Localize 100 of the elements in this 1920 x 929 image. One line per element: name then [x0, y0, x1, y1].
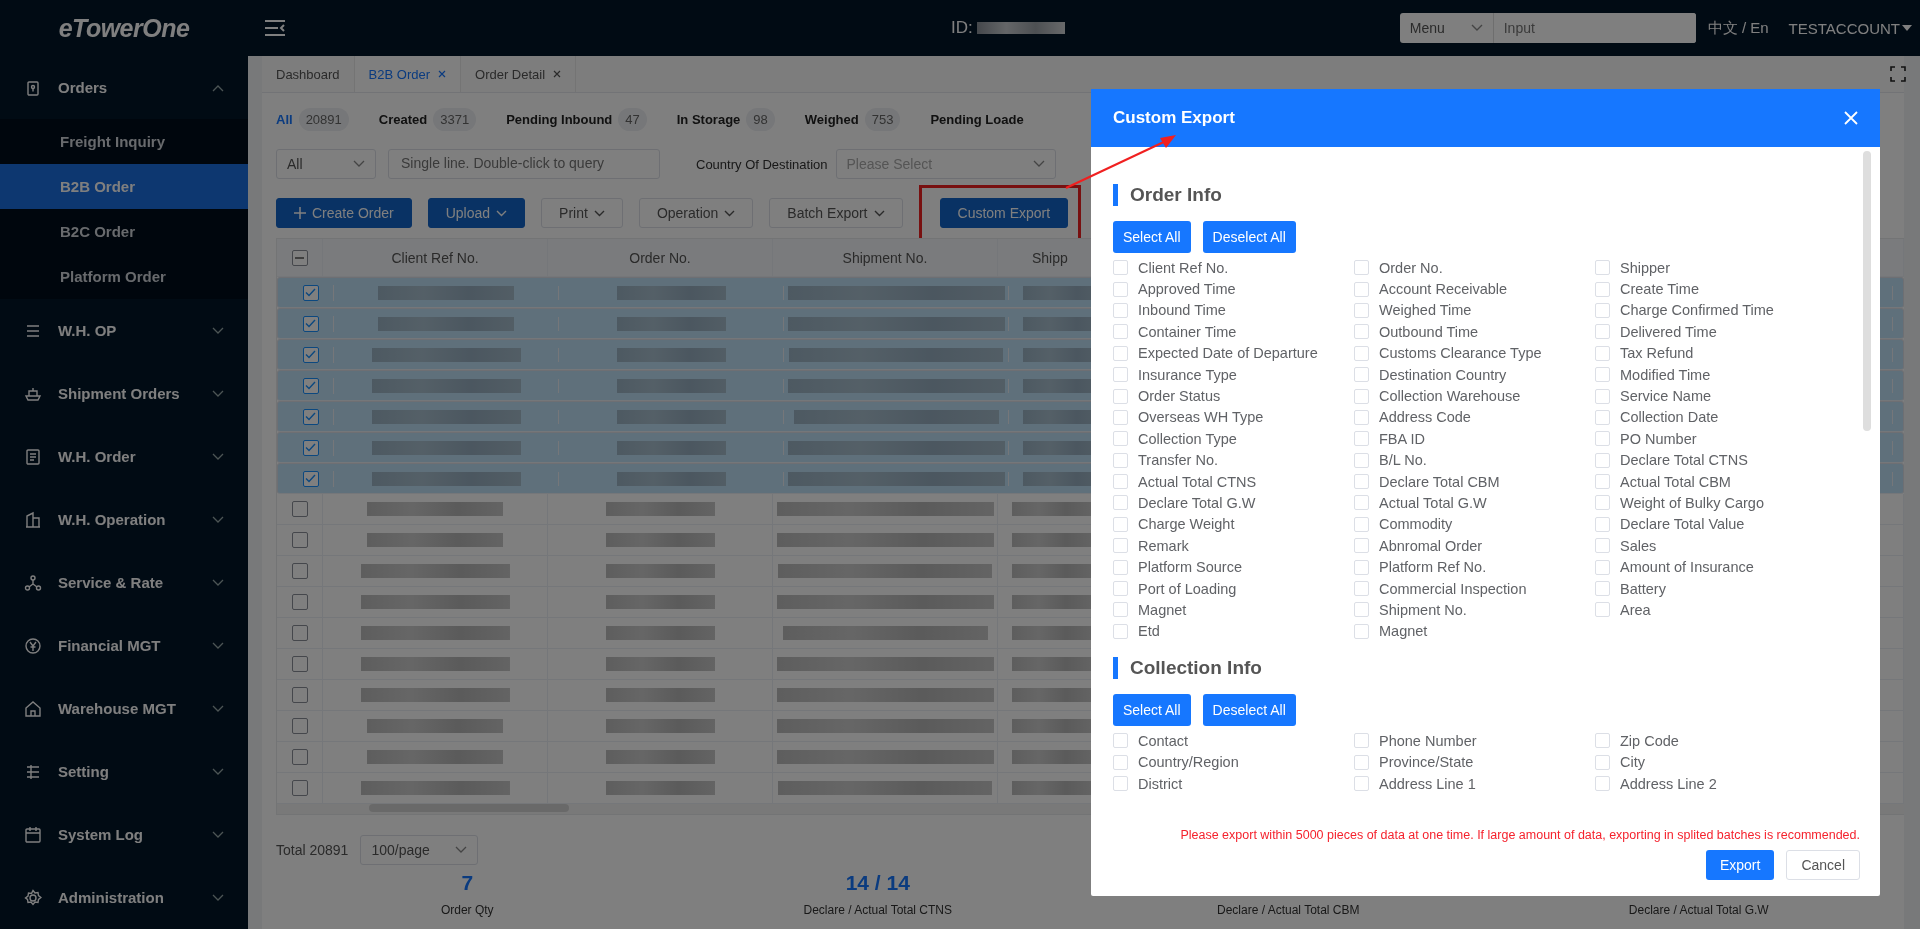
field-checkbox[interactable]: Address Code	[1354, 406, 1595, 429]
close-icon[interactable]	[438, 70, 447, 78]
sidebar-item[interactable]: Warehouse MGT	[0, 677, 248, 740]
field-checkbox[interactable]: Collection Warehouse	[1354, 385, 1595, 407]
page-tab[interactable]: Order Detail	[461, 56, 577, 92]
field-checkbox[interactable]: Magnet	[1113, 599, 1354, 621]
field-checkbox[interactable]: FBA ID	[1354, 428, 1595, 450]
field-checkbox[interactable]: Battery	[1595, 577, 1836, 600]
close-icon[interactable]	[553, 70, 562, 78]
field-checkbox[interactable]: Transfer No.	[1113, 449, 1354, 471]
field-checkbox[interactable]: Weighed Time	[1354, 299, 1595, 322]
row-checkbox[interactable]	[291, 656, 308, 672]
fullscreen-icon[interactable]	[1890, 66, 1906, 82]
field-checkbox[interactable]: Declare Total CBM	[1354, 470, 1595, 493]
sidebar-item[interactable]: Shipment Orders	[0, 362, 248, 425]
field-checkbox[interactable]: Remark	[1113, 535, 1354, 557]
sidebar-item[interactable]: W.H. OP	[0, 299, 248, 362]
status-tab[interactable]: Pending Loade	[930, 111, 1024, 127]
scrollbar-thumb[interactable]	[1863, 151, 1871, 431]
field-checkbox[interactable]: Commodity	[1354, 513, 1595, 536]
field-checkbox[interactable]: Platform Source	[1113, 556, 1354, 578]
field-checkbox[interactable]: Contact	[1113, 730, 1354, 752]
field-checkbox[interactable]: Expected Date of Departure	[1113, 342, 1354, 364]
sidebar-item[interactable]: System Log	[0, 803, 248, 866]
field-checkbox[interactable]: Customs Clearance Type	[1354, 342, 1595, 364]
field-checkbox[interactable]: Overseas WH Type	[1113, 406, 1354, 429]
field-checkbox[interactable]: Port of Loading	[1113, 577, 1354, 600]
row-checkbox[interactable]	[291, 625, 308, 641]
field-checkbox[interactable]: Commercial Inspection	[1354, 577, 1595, 600]
field-checkbox[interactable]: Abnromal Order	[1354, 535, 1595, 557]
field-checkbox[interactable]: Approved Time	[1113, 278, 1354, 300]
row-checkbox[interactable]	[302, 284, 319, 301]
export-button[interactable]: Export	[1705, 850, 1775, 880]
language-link[interactable]: 中文 / En	[1707, 18, 1769, 38]
row-checkbox[interactable]	[291, 718, 308, 734]
sidebar-item[interactable]: Administration	[0, 866, 248, 929]
field-checkbox[interactable]: Platform Ref No.	[1354, 556, 1595, 578]
row-checkbox[interactable]	[302, 408, 319, 425]
field-checkbox[interactable]: Insurance Type	[1113, 363, 1354, 386]
field-checkbox[interactable]: City	[1595, 751, 1836, 773]
page-tab[interactable]: Dashboard	[262, 56, 355, 92]
row-checkbox[interactable]	[291, 687, 308, 703]
field-checkbox[interactable]: Province/State	[1354, 751, 1595, 773]
field-checkbox[interactable]: Declare Total CTNS	[1595, 449, 1836, 471]
field-checkbox[interactable]: Delivered Time	[1595, 321, 1836, 343]
sidebar-item[interactable]: Service & Rate	[0, 551, 248, 614]
field-checkbox[interactable]: Container Time	[1113, 321, 1354, 343]
field-checkbox[interactable]: PO Number	[1595, 428, 1836, 450]
type-select[interactable]: All	[276, 149, 376, 179]
field-checkbox[interactable]: Destination Country	[1354, 363, 1595, 386]
row-checkbox[interactable]	[291, 780, 308, 796]
field-checkbox[interactable]: Area	[1595, 599, 1836, 621]
field-checkbox[interactable]: Charge Weight	[1113, 513, 1354, 536]
field-checkbox[interactable]: Create Time	[1595, 278, 1836, 300]
submenu-item[interactable]: Platform Order	[0, 254, 248, 299]
field-checkbox[interactable]: Tax Refund	[1595, 342, 1836, 364]
field-checkbox[interactable]: Shipper	[1595, 257, 1836, 279]
header-checkbox[interactable]	[291, 249, 308, 266]
field-checkbox[interactable]: Zip Code	[1595, 730, 1836, 752]
row-checkbox[interactable]	[291, 532, 308, 548]
field-checkbox[interactable]: Amount of Insurance	[1595, 556, 1836, 578]
menu-search-field[interactable]: Menu Input	[1399, 13, 1696, 43]
sidebar-item[interactable]: Orders	[0, 56, 248, 119]
field-checkbox[interactable]: Order Status	[1113, 385, 1354, 407]
row-checkbox[interactable]	[302, 470, 319, 487]
row-checkbox[interactable]	[291, 563, 308, 579]
field-checkbox[interactable]: Actual Total G.W	[1354, 492, 1595, 514]
account-menu[interactable]: TESTACCOUNT	[1788, 19, 1912, 37]
field-checkbox[interactable]: Actual Total CBM	[1595, 470, 1836, 493]
deselect-all-button[interactable]: Deselect All	[1202, 221, 1296, 253]
field-checkbox[interactable]: Weight of Bulky Cargo	[1595, 492, 1836, 514]
field-checkbox[interactable]: Modified Time	[1595, 363, 1836, 386]
toolbar-button[interactable]: Batch Export	[769, 198, 903, 228]
field-checkbox[interactable]: Address Line 1	[1354, 772, 1595, 795]
field-checkbox[interactable]: Phone Number	[1354, 730, 1595, 752]
submenu-item[interactable]: B2C Order	[0, 209, 248, 254]
toolbar-button[interactable]: Operation	[638, 198, 754, 228]
sidebar-item[interactable]: W.H. Operation	[0, 488, 248, 551]
row-checkbox[interactable]	[302, 315, 319, 332]
field-checkbox[interactable]: B/L No.	[1354, 449, 1595, 471]
field-checkbox[interactable]: Etd	[1113, 620, 1354, 643]
field-checkbox[interactable]: Service Name	[1595, 385, 1836, 407]
deselect-all-button[interactable]: Deselect All	[1202, 694, 1296, 727]
field-checkbox[interactable]: Account Receivable	[1354, 278, 1595, 300]
field-checkbox[interactable]: Outbound Time	[1354, 321, 1595, 343]
field-checkbox[interactable]: Inbound Time	[1113, 299, 1354, 322]
field-checkbox[interactable]: Collection Type	[1113, 428, 1354, 450]
toolbar-button[interactable]: Create Order	[276, 198, 412, 228]
field-checkbox[interactable]: Sales	[1595, 535, 1836, 557]
status-tab[interactable]: In Storage 98	[676, 107, 775, 131]
row-checkbox[interactable]	[291, 501, 308, 517]
select-all-button[interactable]: Select All	[1113, 694, 1191, 727]
page-size-select[interactable]: 100/page	[360, 835, 479, 865]
select-all-button[interactable]: Select All	[1113, 221, 1191, 253]
status-tab[interactable]: Weighed 753	[804, 107, 901, 131]
status-tab[interactable]: Created 3371	[378, 107, 477, 131]
field-checkbox[interactable]: District	[1113, 772, 1354, 795]
toolbar-button[interactable]: Custom Export	[939, 198, 1069, 228]
status-tab[interactable]: Pending Inbound 47	[506, 107, 647, 131]
field-checkbox[interactable]: Collection Date	[1595, 406, 1836, 429]
